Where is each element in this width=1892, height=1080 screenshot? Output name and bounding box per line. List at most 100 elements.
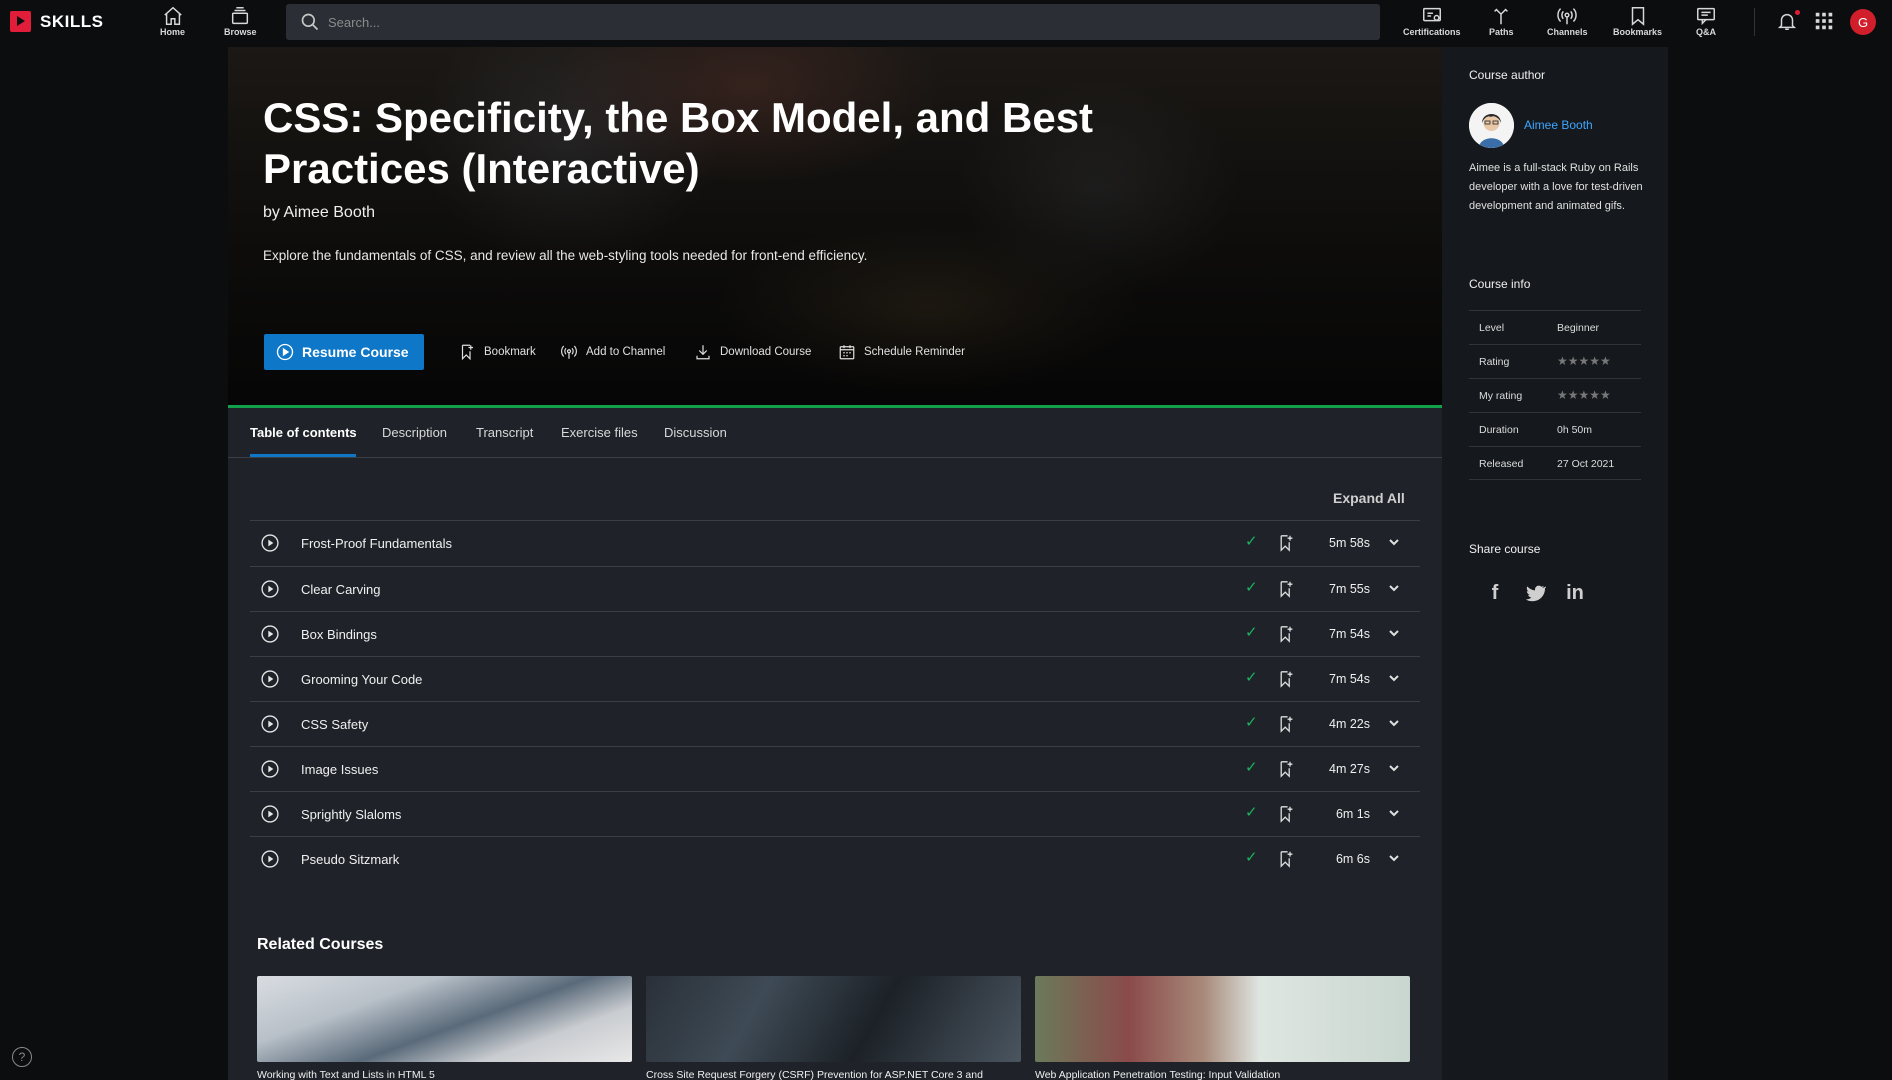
nav-qa[interactable]: Q&A	[1695, 5, 1717, 37]
related-course-card[interactable]: Working with Text and Lists in HTML 5	[257, 976, 632, 1080]
chevron-down-icon[interactable]	[1388, 851, 1400, 869]
info-row-duration: Duration 0h 50m	[1469, 412, 1641, 446]
toc-module-title[interactable]: Grooming Your Code	[301, 672, 422, 687]
nav-home[interactable]: Home	[160, 5, 185, 37]
chevron-down-icon[interactable]	[1388, 626, 1400, 644]
info-row-my-rating: My rating ★★★★★	[1469, 378, 1641, 412]
channel-icon	[561, 345, 577, 359]
bookmark-plus-icon[interactable]	[1278, 625, 1294, 648]
chevron-down-icon[interactable]	[1388, 761, 1400, 779]
chevron-down-icon[interactable]	[1388, 806, 1400, 824]
download-course-button[interactable]: Download Course	[694, 343, 811, 361]
related-course-card[interactable]: Cross Site Request Forgery (CSRF) Preven…	[646, 976, 1021, 1080]
top-nav: SKILLS Home Browse Certifications Paths …	[0, 0, 1892, 43]
linkedin-icon[interactable]: in	[1562, 580, 1588, 606]
related-courses-heading: Related Courses	[257, 936, 384, 953]
toc-module-title[interactable]: Clear Carving	[301, 582, 380, 597]
toc-row[interactable]: Frost-Proof Fundamentals ✓ 5m 58s	[250, 520, 1420, 566]
play-circle-icon[interactable]	[260, 759, 280, 779]
checkmark-icon: ✓	[1245, 579, 1258, 596]
play-circle-icon[interactable]	[260, 624, 280, 644]
nav-bookmarks[interactable]: Bookmarks	[1613, 5, 1662, 37]
toc-row[interactable]: CSS Safety ✓ 4m 22s	[250, 701, 1420, 746]
toc-module-title[interactable]: Image Issues	[301, 762, 378, 777]
chevron-down-icon[interactable]	[1388, 716, 1400, 734]
play-circle-icon[interactable]	[260, 849, 280, 869]
search-bar[interactable]	[286, 4, 1380, 40]
nav-paths[interactable]: Paths	[1489, 5, 1514, 37]
related-course-card[interactable]: Web Application Penetration Testing: Inp…	[1035, 976, 1410, 1080]
chevron-down-icon[interactable]	[1388, 671, 1400, 689]
bookmark-button[interactable]: Bookmark	[458, 343, 536, 361]
bookmark-plus-icon[interactable]	[1278, 805, 1294, 828]
toc-module-title[interactable]: Frost-Proof Fundamentals	[301, 536, 452, 551]
certificate-icon	[1422, 7, 1441, 22]
info-label: Released	[1479, 458, 1524, 470]
expand-all-button[interactable]: Expand All	[1333, 490, 1405, 506]
toc-module-title[interactable]: CSS Safety	[301, 717, 368, 732]
active-tab-indicator	[250, 454, 356, 457]
author-avatar[interactable]	[1469, 103, 1514, 148]
toc-module-title[interactable]: Box Bindings	[301, 627, 377, 642]
facebook-icon[interactable]: f	[1482, 580, 1508, 606]
author-name-link[interactable]: Aimee Booth	[1524, 118, 1593, 132]
skills-logo[interactable]: SKILLS	[10, 11, 103, 32]
info-label: Level	[1479, 322, 1505, 334]
download-course-label: Download Course	[720, 346, 812, 358]
play-circle-icon[interactable]	[260, 714, 280, 734]
toc-module-title[interactable]: Pseudo Sitzmark	[301, 852, 399, 867]
twitter-icon[interactable]	[1522, 580, 1548, 606]
toc-module-duration: 6m 1s	[1335, 807, 1370, 821]
play-circle-icon[interactable]	[260, 579, 280, 599]
toc-row[interactable]: Pseudo Sitzmark ✓ 6m 6s	[250, 836, 1420, 881]
author-bio: Aimee is a full-stack Ruby on Rails deve…	[1469, 162, 1643, 212]
bookmark-plus-icon	[461, 344, 473, 361]
tab-discussion[interactable]: Discussion	[664, 425, 727, 440]
bookmark-plus-icon[interactable]	[1278, 670, 1294, 693]
bookmark-plus-icon[interactable]	[1278, 534, 1294, 557]
toc-row[interactable]: Sprightly Slaloms ✓ 6m 1s	[250, 791, 1420, 836]
toc-module-title[interactable]: Sprightly Slaloms	[301, 807, 401, 822]
play-circle-icon[interactable]	[260, 804, 280, 824]
search-input[interactable]	[328, 14, 1228, 30]
schedule-reminder-button[interactable]: Schedule Reminder	[838, 343, 965, 361]
related-course-title: Cross Site Request Forgery (CSRF) Preven…	[646, 1069, 983, 1080]
tab-transcript[interactable]: Transcript	[476, 425, 533, 440]
play-circle-icon[interactable]	[260, 669, 280, 689]
course-hero: CSS: Specificity, the Box Model, and Bes…	[228, 47, 1442, 406]
add-to-channel-button[interactable]: Add to Channel	[560, 343, 665, 361]
toc-row[interactable]: Box Bindings ✓ 7m 54s	[250, 611, 1420, 656]
toc-row[interactable]: Clear Carving ✓ 7m 55s	[250, 566, 1420, 611]
schedule-reminder-label: Schedule Reminder	[864, 346, 966, 358]
chevron-down-icon[interactable]	[1388, 581, 1400, 599]
tab-table-of-contents[interactable]: Table of contents	[250, 425, 357, 440]
apps-button[interactable]	[1813, 10, 1835, 37]
bookmark-plus-icon[interactable]	[1278, 760, 1294, 783]
twitter-bird-icon	[1525, 585, 1546, 602]
browse-icon	[232, 7, 249, 25]
related-course-thumbnail	[1035, 976, 1410, 1062]
toc-row[interactable]: Grooming Your Code ✓ 7m 54s	[250, 656, 1420, 701]
tab-exercise-files[interactable]: Exercise files	[561, 425, 638, 440]
nav-channels[interactable]: Channels	[1547, 5, 1588, 37]
user-avatar[interactable]: G	[1850, 9, 1876, 35]
add-to-channel-label: Add to Channel	[586, 346, 666, 358]
my-rating-stars[interactable]: ★★★★★	[1557, 388, 1611, 402]
bookmark-plus-icon[interactable]	[1278, 715, 1294, 738]
bookmark-plus-icon[interactable]	[1278, 850, 1294, 873]
toc-row[interactable]: Image Issues ✓ 4m 27s	[250, 746, 1420, 791]
nav-certifications[interactable]: Certifications	[1403, 5, 1461, 37]
play-circle-icon[interactable]	[260, 533, 280, 553]
nav-browse[interactable]: Browse	[224, 5, 257, 37]
course-author-byline[interactable]: by Aimee Booth	[263, 204, 375, 222]
help-icon[interactable]: ?	[12, 1047, 32, 1067]
notifications-button[interactable]	[1776, 10, 1800, 37]
course-sidebar: Course author Aimee Booth Aimee is a ful…	[1442, 47, 1668, 1080]
info-label: Rating	[1479, 356, 1510, 368]
bookmark-plus-icon[interactable]	[1278, 580, 1294, 603]
resume-course-button[interactable]: Resume Course	[264, 334, 424, 370]
rating-stars: ★★★★★	[1557, 354, 1611, 368]
tab-description[interactable]: Description	[382, 425, 447, 440]
chevron-down-icon[interactable]	[1388, 535, 1400, 553]
info-label: My rating	[1479, 390, 1523, 402]
